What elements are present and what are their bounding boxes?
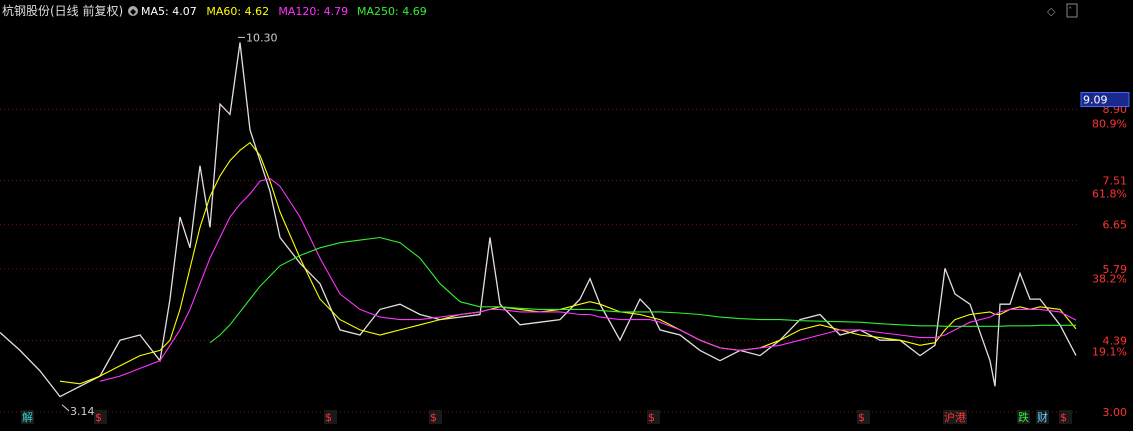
event-marker-3[interactable]: $ bbox=[430, 411, 437, 424]
event-marker-6[interactable]: 沪港 bbox=[944, 410, 966, 424]
legend-item-2: MA120: 4.79 bbox=[278, 5, 348, 18]
fib-level-label-3: 19.1% bbox=[1092, 345, 1127, 358]
fib-level-label-0: 80.9% bbox=[1092, 118, 1127, 131]
settings-icon-glyph: ◆ bbox=[130, 7, 137, 16]
chart-area[interactable]: 杭钢股份(日线 前复权) ◆ MA5: 4.07 MA60: 4.62 MA120:… bbox=[0, 0, 1133, 426]
diamond-icon[interactable]: ◇ bbox=[1047, 5, 1056, 18]
chart-title: 杭钢股份(日线 前复权) bbox=[2, 3, 123, 18]
annotation-label-1: 3.14 bbox=[70, 405, 95, 418]
legend-item-0: MA5: 4.07 bbox=[141, 5, 197, 18]
ma-legend: MA5: 4.07 MA60: 4.62 MA120: 4.79 MA250: 4.6… bbox=[141, 5, 427, 18]
event-marker-4[interactable]: $ bbox=[648, 411, 655, 424]
y-tick-label-5: 3.00 bbox=[1103, 406, 1128, 419]
fib-level-label-1: 61.8% bbox=[1092, 187, 1127, 200]
event-marker-9[interactable]: $ bbox=[1060, 411, 1067, 424]
event-marker-0[interactable]: 解 bbox=[22, 410, 33, 424]
y-tick-label-1: 7.51 bbox=[1103, 175, 1128, 188]
y-tick-label-2: 6.65 bbox=[1103, 219, 1128, 232]
fib-level-label-2: 38.2% bbox=[1092, 273, 1127, 286]
event-marker-7[interactable]: 跌 bbox=[1018, 410, 1029, 424]
annotation-label-0: 10.30 bbox=[246, 31, 278, 44]
chevron-up-icon: ˆ bbox=[1068, 6, 1073, 17]
chart-background bbox=[0, 0, 1133, 426]
event-marker-2[interactable]: $ bbox=[325, 411, 332, 424]
legend-item-1: MA60: 4.62 bbox=[206, 5, 269, 18]
legend-item-3: MA250: 4.69 bbox=[357, 5, 427, 18]
current-price-label: 9.09 bbox=[1083, 94, 1108, 107]
event-marker-8[interactable]: 财 bbox=[1037, 410, 1048, 424]
event-marker-5[interactable]: $ bbox=[858, 411, 865, 424]
event-marker-1[interactable]: $ bbox=[95, 411, 102, 424]
stock-chart[interactable]: 杭钢股份(日线 前复权) ◆ MA5: 4.07 MA60: 4.62 MA120:… bbox=[0, 0, 1133, 426]
